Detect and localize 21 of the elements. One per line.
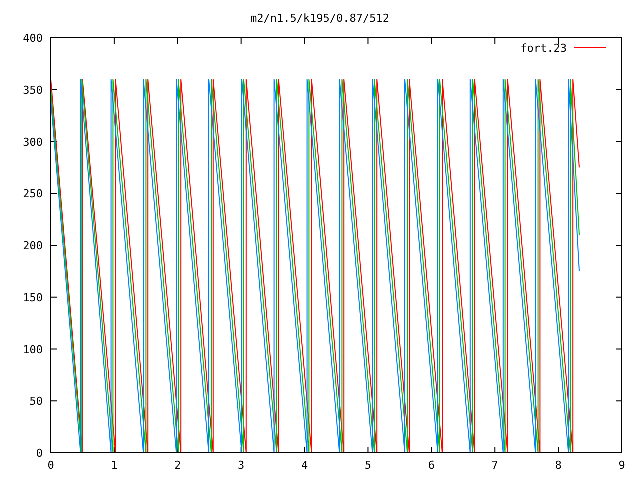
- chart-title: m2/n1.5/k195/0.87/512: [250, 12, 390, 25]
- y-tick-label: 400: [23, 32, 43, 45]
- x-tick-label: 7: [492, 459, 498, 472]
- x-tick-label: 1: [111, 459, 118, 472]
- x-tick-label: 6: [428, 459, 435, 472]
- x-tick-label: 0: [48, 459, 54, 472]
- y-tick-label: 350: [23, 84, 43, 97]
- legend-label: fort.23: [520, 42, 567, 55]
- x-tick-label: 5: [364, 459, 372, 472]
- y-tick-label: 200: [23, 240, 43, 252]
- y-tick-label: 300: [23, 136, 43, 149]
- y-tick-label: 100: [23, 343, 43, 356]
- x-tick-label: 3: [238, 459, 245, 472]
- x-tick-label: 2: [174, 459, 182, 472]
- x-tick-label: 8: [555, 459, 562, 472]
- x-tick-label: 4: [301, 459, 308, 472]
- y-tick-label: 50: [30, 395, 43, 408]
- y-tick-label: 0: [36, 447, 43, 460]
- y-tick-label: 250: [23, 188, 43, 201]
- y-tick-label: 150: [23, 291, 43, 304]
- x-tick-label: 9: [618, 459, 626, 472]
